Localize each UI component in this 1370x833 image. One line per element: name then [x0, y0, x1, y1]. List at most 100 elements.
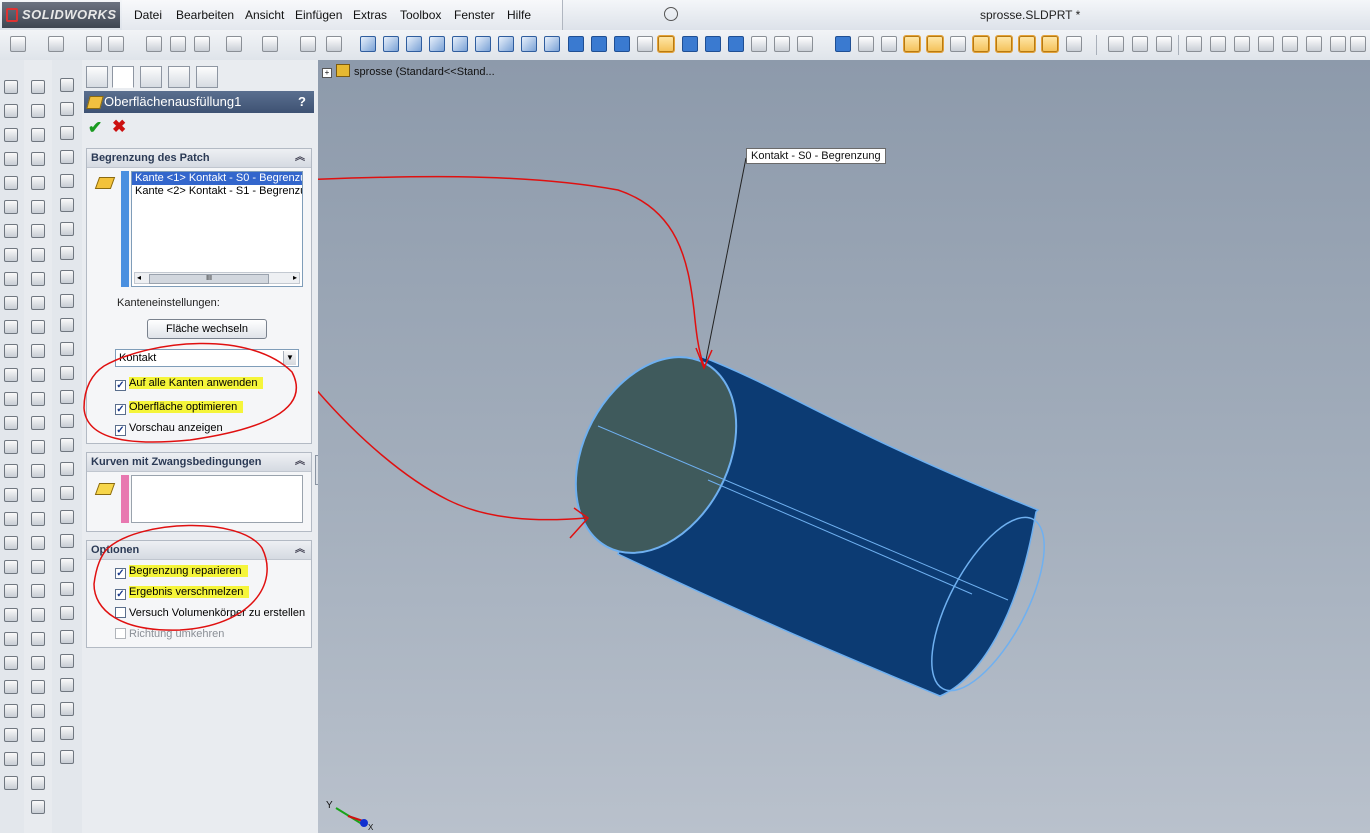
surface-knit-icon[interactable]: [60, 630, 74, 644]
checkbox-icon[interactable]: ✓: [115, 404, 126, 415]
extend-icon[interactable]: [31, 536, 45, 550]
view-front-icon[interactable]: [360, 36, 376, 52]
zoom-icon[interactable]: [797, 36, 813, 52]
origins-icon[interactable]: [995, 35, 1013, 53]
optimize-surface-checkbox[interactable]: ✓ Oberfläche optimieren: [115, 399, 244, 415]
sketch-tool-icon[interactable]: [4, 152, 18, 166]
configuration-manager-tab-icon[interactable]: [140, 66, 162, 88]
show-preview-checkbox[interactable]: ✓ Vorschau anzeigen: [115, 420, 223, 436]
sketch-tool-icon[interactable]: [4, 752, 18, 766]
horizontal-scrollbar[interactable]: ◂ III ▸: [134, 272, 300, 284]
boundary-icon[interactable]: [60, 174, 74, 188]
list-item[interactable]: Kante <1> Kontakt - S0 - Begrenzung: [132, 172, 302, 185]
checkbox-icon[interactable]: [115, 607, 126, 618]
collapse-icon[interactable]: ︽: [295, 149, 305, 167]
slot-icon[interactable]: [31, 440, 45, 454]
pattern-icon[interactable]: [31, 680, 45, 694]
selection-callout[interactable]: Kontakt - S0 - Begrenzung: [746, 148, 886, 164]
sketch-tool-icon[interactable]: [4, 440, 18, 454]
chamfer-icon[interactable]: [31, 584, 45, 598]
spline-icon[interactable]: [31, 344, 45, 358]
shaded-icon[interactable]: [682, 36, 698, 52]
sketch-tool-icon[interactable]: [4, 536, 18, 550]
offset-icon[interactable]: [31, 608, 45, 622]
arc-icon[interactable]: [31, 296, 45, 310]
redo-icon[interactable]: [262, 36, 278, 52]
sketch-relations-icon[interactable]: [903, 35, 921, 53]
sketch-tool-icon[interactable]: [4, 416, 18, 430]
link-views-icon[interactable]: [637, 36, 653, 52]
view-left-icon[interactable]: [406, 36, 422, 52]
surface-extrude-icon[interactable]: [60, 462, 74, 476]
arc-icon[interactable]: [31, 320, 45, 334]
section-view-icon[interactable]: [858, 36, 874, 52]
ellipse-icon[interactable]: [31, 464, 45, 478]
sketch-tool-icon[interactable]: [4, 728, 18, 742]
wrap-icon[interactable]: [60, 366, 74, 380]
scroll-left-icon[interactable]: ◂: [137, 273, 141, 282]
extrude-icon[interactable]: [60, 78, 74, 92]
single-view-icon[interactable]: [591, 36, 607, 52]
points-icon[interactable]: [972, 35, 990, 53]
line-icon[interactable]: [31, 152, 45, 166]
rotate-icon[interactable]: [835, 36, 851, 52]
surface-trim-icon[interactable]: [60, 606, 74, 620]
rib-icon[interactable]: [60, 270, 74, 284]
tool-g-icon[interactable]: [1258, 36, 1274, 52]
flex-icon[interactable]: [60, 414, 74, 428]
sketch-tool-icon[interactable]: [4, 320, 18, 334]
curve-selection-list[interactable]: [131, 475, 303, 523]
surface-sweep-icon[interactable]: [60, 510, 74, 524]
group-header[interactable]: Kurven mit Zwangsbedingungen ︽: [87, 453, 311, 472]
smart-dimension-icon[interactable]: [31, 104, 45, 118]
checkbox-icon[interactable]: ✓: [115, 568, 126, 579]
view-trimetric-icon[interactable]: [521, 36, 537, 52]
collapse-icon[interactable]: ︽: [295, 541, 305, 559]
chamfer-feature-icon[interactable]: [60, 246, 74, 260]
sketch-tool-icon[interactable]: [4, 104, 18, 118]
surface-loft-icon[interactable]: [60, 534, 74, 548]
sweep-icon[interactable]: [60, 126, 74, 140]
checkbox-icon[interactable]: ✓: [115, 589, 126, 600]
new-icon[interactable]: [10, 36, 26, 52]
sketch-tool-icon[interactable]: [4, 584, 18, 598]
view-top-icon[interactable]: [452, 36, 468, 52]
checkbox-icon[interactable]: ✓: [115, 380, 126, 391]
graphics-viewport[interactable]: + sprosse (Standard<<Stand... Y X Kontakt…: [318, 60, 1370, 833]
hole-icon[interactable]: [60, 342, 74, 356]
lights-icon[interactable]: [1041, 35, 1059, 53]
feature-manager-tab-icon[interactable]: [86, 66, 108, 88]
solidworks-logo[interactable]: SOLIDWORKS: [2, 2, 120, 28]
sketch-tool-icon[interactable]: [4, 200, 18, 214]
relation-icon[interactable]: [31, 728, 45, 742]
reference-geometry-icon[interactable]: [60, 654, 74, 668]
sketch-tool-icon[interactable]: [4, 296, 18, 310]
line-icon[interactable]: [31, 80, 45, 94]
sketch-tool-icon[interactable]: [4, 680, 18, 694]
view-dimetric-icon[interactable]: [544, 36, 560, 52]
switch-face-button[interactable]: Fläche wechseln: [147, 319, 267, 339]
group-header[interactable]: Optionen ︽: [87, 541, 311, 560]
preview-icon[interactable]: [146, 36, 162, 52]
tool-d-icon[interactable]: [1186, 36, 1202, 52]
sketch-tool-icon[interactable]: [4, 368, 18, 382]
two-view-icon[interactable]: [614, 36, 630, 52]
print-icon[interactable]: [108, 36, 124, 52]
planes-icon[interactable]: [926, 35, 944, 53]
help-icon[interactable]: ?: [298, 91, 306, 113]
parallelogram-icon[interactable]: [31, 416, 45, 430]
tool-f-icon[interactable]: [1234, 36, 1250, 52]
merge-result-checkbox[interactable]: ✓ Ergebnis verschmelzen: [115, 584, 250, 600]
contact-type-select[interactable]: Kontakt ▼: [115, 349, 299, 367]
curves-icon[interactable]: [60, 678, 74, 692]
tool-a-icon[interactable]: [1108, 36, 1124, 52]
centerline-icon[interactable]: [31, 176, 45, 190]
menu-datei[interactable]: Datei: [134, 8, 162, 22]
view-iso-icon[interactable]: [498, 36, 514, 52]
checkbox-icon[interactable]: ✓: [115, 425, 126, 436]
annotations-icon[interactable]: [1018, 35, 1036, 53]
group-header[interactable]: Begrenzung des Patch ︽: [87, 149, 311, 168]
model-canvas[interactable]: Y X: [318, 60, 1370, 833]
sketch-tool-icon[interactable]: [4, 776, 18, 790]
tool-i-icon[interactable]: [1306, 36, 1322, 52]
